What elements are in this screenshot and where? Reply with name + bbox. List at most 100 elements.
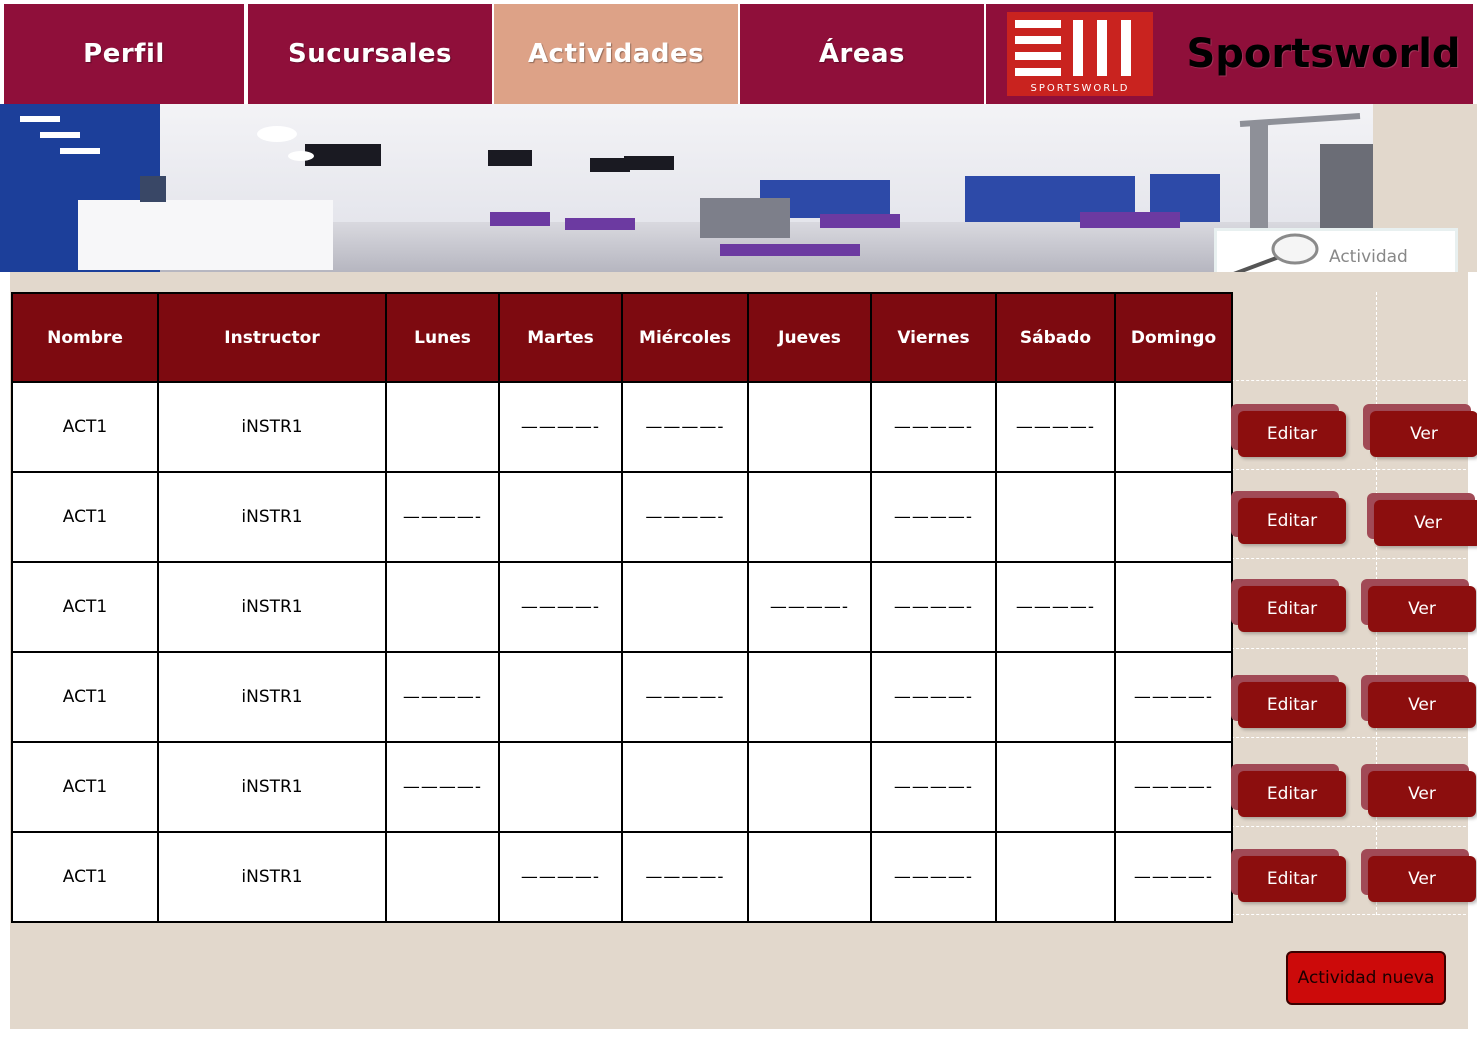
brand-logo: SPORTSWORLD — [986, 4, 1174, 104]
schedule-cell: ————- — [747, 561, 872, 653]
view-button[interactable]: Ver — [1370, 411, 1477, 457]
view-button-wrapper: Ver — [1361, 764, 1476, 817]
schedule-cell — [747, 741, 872, 833]
table-row: ACT1 iNSTR1 ————- ————- ————- ————- — [11, 561, 1233, 653]
view-button-wrapper: Ver — [1361, 849, 1476, 902]
activity-name-cell: ACT1 — [11, 651, 159, 743]
schedule-cell: ————- — [995, 381, 1116, 473]
schedule-cell — [498, 471, 623, 563]
view-button[interactable]: Ver — [1368, 771, 1476, 817]
schedule-cell: ————- — [995, 561, 1116, 653]
edit-button-wrapper: Editar — [1231, 404, 1346, 457]
tab-sucursales[interactable]: Sucursales — [248, 4, 492, 104]
schedule-cell — [995, 471, 1116, 563]
schedule-cell — [1114, 471, 1233, 563]
search-input[interactable]: Actividad — [1329, 247, 1408, 267]
activity-name-cell: ACT1 — [11, 741, 159, 833]
column-header-jueves: Jueves — [747, 292, 872, 383]
logo-caption: SPORTSWORLD — [1031, 83, 1130, 94]
divider — [1231, 469, 1471, 470]
schedule-cell: ————- — [1114, 651, 1233, 743]
edit-button[interactable]: Editar — [1238, 586, 1346, 632]
view-button-wrapper: Ver — [1361, 675, 1476, 728]
top-nav: Perfil Sucursales Actividades Áreas SPOR… — [4, 4, 1473, 104]
edit-button[interactable]: Editar — [1238, 411, 1346, 457]
schedule-cell — [498, 651, 623, 743]
schedule-cell — [1114, 381, 1233, 473]
instructor-cell: iNSTR1 — [157, 741, 387, 833]
view-button-wrapper: Ver — [1363, 404, 1477, 457]
edit-button[interactable]: Editar — [1238, 856, 1346, 902]
view-button[interactable]: Ver — [1368, 856, 1476, 902]
edit-button[interactable]: Editar — [1238, 498, 1346, 544]
schedule-cell: ————- — [870, 831, 997, 923]
edit-button-wrapper: Editar — [1231, 764, 1346, 817]
schedule-cell — [498, 741, 623, 833]
schedule-cell: ————- — [621, 471, 749, 563]
brand-title-box: Sportsworld — [1174, 4, 1473, 104]
schedule-cell: ————- — [870, 651, 997, 743]
schedule-cell — [621, 561, 749, 653]
edit-button-wrapper: Editar — [1231, 579, 1346, 632]
divider — [1231, 826, 1471, 827]
view-button[interactable]: Ver — [1368, 682, 1476, 728]
view-button[interactable]: Ver — [1374, 500, 1477, 546]
schedule-cell: ————- — [870, 381, 997, 473]
divider — [1231, 737, 1471, 738]
column-header-miercoles: Miércoles — [621, 292, 749, 383]
schedule-cell — [747, 651, 872, 743]
schedule-cell: ————- — [498, 561, 623, 653]
view-button-wrapper: Ver — [1367, 493, 1477, 546]
schedule-cell: ————- — [870, 741, 997, 833]
instructor-cell: iNSTR1 — [157, 561, 387, 653]
column-header-nombre: Nombre — [11, 292, 159, 383]
schedule-cell: ————- — [1114, 831, 1233, 923]
schedule-cell — [1114, 561, 1233, 653]
column-header-viernes: Viernes — [870, 292, 997, 383]
edit-button[interactable]: Editar — [1238, 682, 1346, 728]
schedule-cell — [385, 561, 500, 653]
tab-perfil[interactable]: Perfil — [4, 4, 244, 104]
new-activity-button[interactable]: Actividad nueva — [1286, 951, 1446, 1005]
view-button-wrapper: Ver — [1361, 579, 1476, 632]
schedule-cell: ————- — [1114, 741, 1233, 833]
activity-name-cell: ACT1 — [11, 561, 159, 653]
table-row: ACT1 iNSTR1 ————- ————- ————- ————- — [11, 651, 1233, 743]
tab-areas[interactable]: Áreas — [740, 4, 984, 104]
brand-title: Sportsworld — [1186, 31, 1461, 77]
schedule-cell — [385, 381, 500, 473]
instructor-cell: iNSTR1 — [157, 381, 387, 473]
schedule-cell — [385, 831, 500, 923]
divider — [1231, 558, 1471, 559]
schedule-cell — [995, 651, 1116, 743]
gym-banner-image — [0, 104, 1373, 272]
divider — [1231, 648, 1471, 649]
tab-actividades[interactable]: Actividades — [494, 4, 738, 104]
schedule-cell: ————- — [498, 381, 623, 473]
schedule-cell: ————- — [385, 471, 500, 563]
edit-button-wrapper: Editar — [1231, 675, 1346, 728]
activities-table: Nombre Instructor Lunes Martes Miércoles… — [11, 292, 1233, 923]
edit-button-wrapper: Editar — [1231, 849, 1346, 902]
activity-name-cell: ACT1 — [11, 471, 159, 563]
schedule-cell: ————- — [621, 831, 749, 923]
column-header-martes: Martes — [498, 292, 623, 383]
edit-button[interactable]: Editar — [1238, 771, 1346, 817]
column-header-sabado: Sábado — [995, 292, 1116, 383]
view-button[interactable]: Ver — [1368, 586, 1476, 632]
column-header-lunes: Lunes — [385, 292, 500, 383]
column-header-instructor: Instructor — [157, 292, 387, 383]
table-row: ACT1 iNSTR1 ————- ————- ————- — [11, 741, 1233, 833]
instructor-cell: iNSTR1 — [157, 831, 387, 923]
table-row: ACT1 iNSTR1 ————- ————- ————- — [11, 471, 1233, 563]
schedule-cell: ————- — [870, 471, 997, 563]
instructor-cell: iNSTR1 — [157, 651, 387, 743]
table-row: ACT1 iNSTR1 ————- ————- ————- ————- — [11, 381, 1233, 473]
schedule-cell: ————- — [498, 831, 623, 923]
schedule-cell — [621, 741, 749, 833]
schedule-cell: ————- — [870, 561, 997, 653]
column-header-domingo: Domingo — [1114, 292, 1233, 383]
schedule-cell — [747, 831, 872, 923]
activity-name-cell: ACT1 — [11, 831, 159, 923]
schedule-cell: ————- — [385, 651, 500, 743]
